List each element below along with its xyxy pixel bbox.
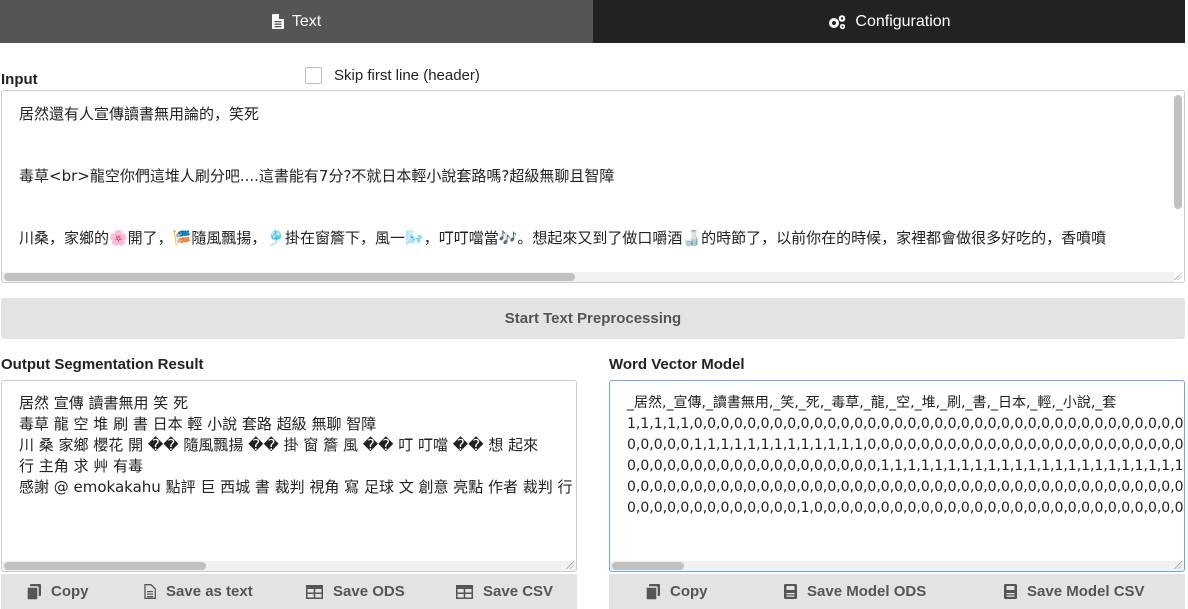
- vector-textarea[interactable]: _居然,_宣傳,_讀書無用,_笑,_死,_毒草,_龍,_空,_堆,_刷,_書,_…: [609, 380, 1185, 572]
- tab-bar: Text Configuration: [0, 0, 1185, 43]
- tab-configuration[interactable]: Configuration: [593, 0, 1185, 43]
- vector-line: _居然,_宣傳,_讀書無用,_笑,_死,_毒草,_龍,_空,_堆,_刷,_書,_…: [627, 395, 1117, 411]
- vector-copy-button[interactable]: Copy: [646, 583, 708, 600]
- output-copy-label: Copy: [51, 583, 89, 600]
- save-ods-button[interactable]: Save ODS: [306, 583, 405, 600]
- save-icon: [784, 584, 797, 599]
- vector-line: 0,0,0,0,0,1,1,1,1,1,1,1,1,1,1,1,1,1,0,0,…: [627, 437, 1185, 453]
- output-line: 感謝 @ emokakahu 點評 巨 西城 書 裁判 視角 寫 足球 文 創意…: [19, 478, 573, 496]
- input-textarea[interactable]: 居然還有人宣傳讀書無用論的，笑死 毒草<br>龍空你們這堆人刷分吧....這書能…: [1, 90, 1185, 283]
- input-label: Input: [1, 71, 38, 88]
- save-model-csv-button[interactable]: Save Model CSV: [1004, 583, 1145, 600]
- vector-line: 1,1,1,1,1,0,0,0,0,0,0,0,0,0,0,0,0,0,0,0,…: [627, 416, 1185, 432]
- input-vertical-scroll-thumb[interactable]: [1174, 95, 1182, 209]
- vector-copy-label: Copy: [670, 583, 708, 600]
- output-copy-button[interactable]: Copy: [27, 583, 89, 600]
- output-line: 川 桑 家鄉 櫻花 開 �� 隨風飄揚 �� 掛 窗 簷 風 �� 叮 叮噹 �…: [19, 436, 539, 454]
- output-line: 毒草 龍 空 堆 刷 書 日本 輕 小說 套路 超級 無聊 智障: [19, 415, 377, 433]
- vector-resize-handle[interactable]: [1174, 561, 1182, 569]
- vector-label: Word Vector Model: [609, 356, 745, 373]
- vector-horizontal-scrollbar[interactable]: [610, 561, 1184, 571]
- output-label: Output Segmentation Result: [1, 356, 204, 373]
- file-text-icon: [144, 584, 156, 599]
- vector-button-bar: Copy Save Model ODS Save Model CSV: [609, 574, 1185, 609]
- save-as-text-label: Save as text: [166, 583, 253, 600]
- output-textarea[interactable]: 居然 宣傳 讀書無用 笑 死 毒草 龍 空 堆 刷 書 日本 輕 小說 套路 超…: [1, 380, 577, 572]
- save-model-ods-label: Save Model ODS: [807, 583, 927, 600]
- save-model-csv-label: Save Model CSV: [1027, 583, 1145, 600]
- skip-header-label: Skip first line (header): [334, 67, 480, 84]
- tab-text[interactable]: Text: [0, 0, 593, 43]
- save-model-ods-button[interactable]: Save Model ODS: [784, 583, 926, 600]
- input-line: 川桑，家鄉的🌸開了，🎏隨風飄揚，🎐掛在窗簷下，風一🌬️，叮叮噹當🎶。想起來又到了…: [19, 229, 1107, 247]
- table-icon: [456, 584, 473, 599]
- tab-configuration-label: Configuration: [855, 12, 951, 30]
- table-icon: [306, 584, 323, 599]
- input-horizontal-scroll-thumb[interactable]: [4, 273, 575, 281]
- skip-header-checkbox[interactable]: [305, 67, 322, 84]
- save-as-text-button[interactable]: Save as text: [144, 583, 253, 600]
- start-preprocessing-button[interactable]: Start Text Preprocessing: [1, 298, 1185, 339]
- save-icon: [1004, 584, 1017, 599]
- output-line: 行 主角 求 艸 有毒: [19, 457, 144, 475]
- vector-horizontal-scroll-thumb[interactable]: [612, 562, 684, 570]
- copy-icon: [646, 583, 660, 600]
- vector-line: 0,0,0,0,0,0,0,0,0,0,0,0,0,0,0,0,0,0,0,0,…: [627, 479, 1185, 495]
- save-csv-label: Save CSV: [483, 583, 554, 600]
- copy-icon: [27, 583, 41, 600]
- tab-text-label: Text: [291, 12, 322, 30]
- input-line: 毒草<br>龍空你們這堆人刷分吧....這書能有7分?不就日本輕小說套路嗎?超級…: [19, 167, 615, 185]
- output-horizontal-scrollbar[interactable]: [2, 561, 576, 571]
- file-icon: [271, 14, 284, 29]
- vector-line: 0,0,0,0,0,0,0,0,0,0,0,0,0,1,0,0,0,0,0,0,…: [627, 500, 1185, 516]
- output-resize-handle[interactable]: [566, 561, 574, 569]
- vector-line: 0,0,0,0,0,0,0,0,0,0,0,0,0,0,0,0,0,0,0,1,…: [627, 458, 1185, 474]
- output-button-bar: Copy Save as text Save ODS Save CSV: [1, 574, 577, 609]
- save-csv-button[interactable]: Save CSV: [456, 583, 553, 600]
- output-line: 居然 宣傳 讀書無用 笑 死: [19, 394, 189, 412]
- input-horizontal-scrollbar[interactable]: [2, 272, 1174, 282]
- save-ods-label: Save ODS: [333, 583, 405, 600]
- input-line: 居然還有人宣傳讀書無用論的，笑死: [19, 105, 260, 123]
- skip-header-option[interactable]: Skip first line (header): [305, 67, 480, 84]
- gears-icon: [829, 14, 846, 29]
- input-resize-handle[interactable]: [1174, 272, 1182, 280]
- output-horizontal-scroll-thumb[interactable]: [4, 562, 206, 570]
